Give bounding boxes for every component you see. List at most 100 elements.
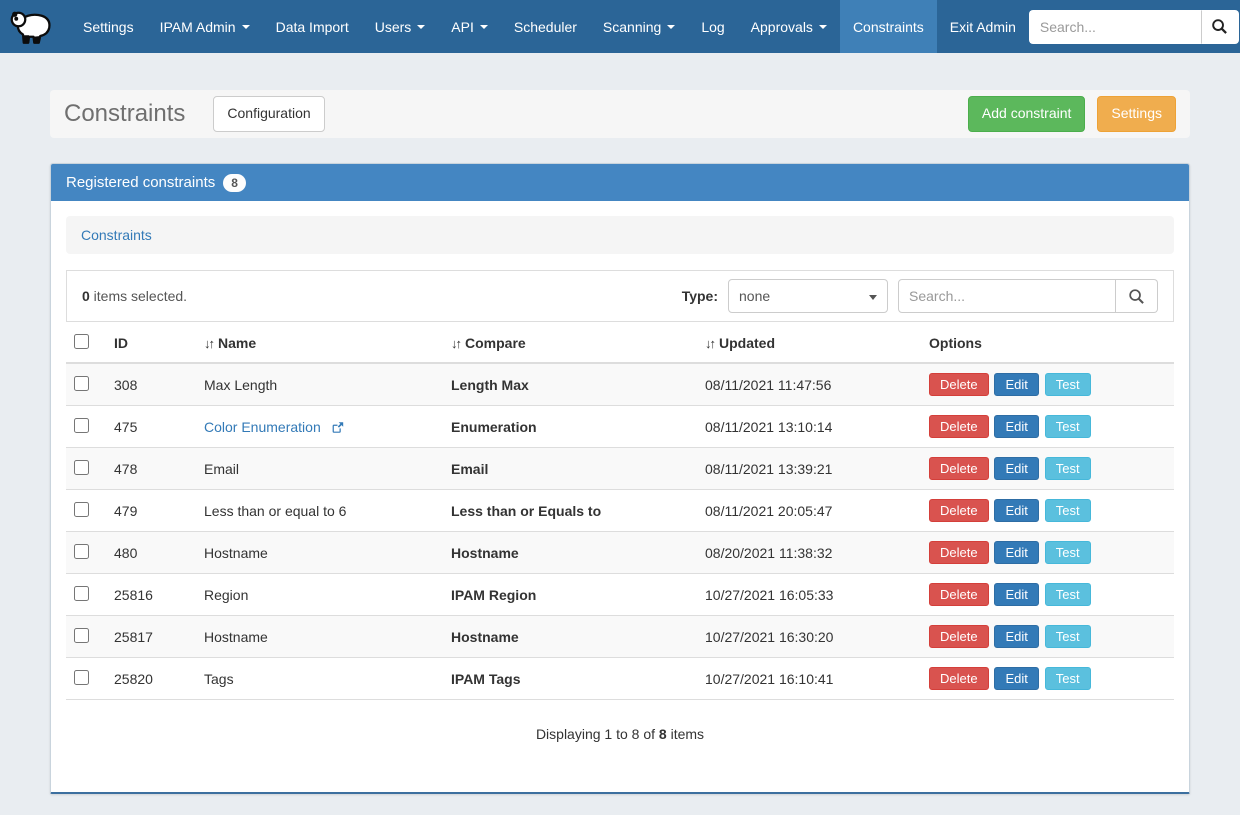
test-button[interactable]: Test [1045, 667, 1091, 690]
caret-down-icon [417, 25, 425, 29]
registered-constraints-panel: Registered constraints 8 Constraints 0 i… [50, 163, 1190, 794]
panda-logo[interactable] [8, 0, 56, 53]
row-compare: Email [443, 448, 697, 490]
row-updated: 08/11/2021 11:47:56 [697, 363, 921, 406]
table-row: 479 Less than or equal to 6 Less than or… [66, 490, 1174, 532]
row-name-cell: Less than or equal to 6 [196, 490, 443, 532]
nav-item-exit-admin[interactable]: Exit Admin [937, 0, 1029, 53]
edit-button[interactable]: Edit [994, 583, 1038, 606]
caret-down-icon [819, 25, 827, 29]
nav-item-constraints[interactable]: Constraints [840, 0, 937, 53]
test-button[interactable]: Test [1045, 373, 1091, 396]
row-checkbox[interactable] [74, 586, 89, 601]
select-all-checkbox[interactable] [74, 334, 89, 349]
items-selected-text: 0 items selected. [82, 288, 187, 304]
row-name: Hostname [204, 629, 268, 645]
row-name[interactable]: Color Enumeration [204, 419, 321, 435]
test-button[interactable]: Test [1045, 625, 1091, 648]
navbar-search-button[interactable] [1201, 10, 1239, 44]
table-row: 475 Color Enumeration Enumeration 08/11/… [66, 406, 1174, 448]
table-row: 25816 Region IPAM Region 10/27/2021 16:0… [66, 574, 1174, 616]
breadcrumb-constraints-link[interactable]: Constraints [81, 227, 152, 243]
sort-icon: ↓↑ [204, 336, 213, 351]
edit-button[interactable]: Edit [994, 499, 1038, 522]
type-filter-label: Type: [682, 288, 718, 304]
row-checkbox[interactable] [74, 376, 89, 391]
type-select[interactable]: none [728, 279, 888, 313]
nav-item-approvals[interactable]: Approvals [738, 0, 840, 53]
test-button[interactable]: Test [1045, 541, 1091, 564]
magnifier-icon [1211, 18, 1228, 35]
edit-button[interactable]: Edit [994, 667, 1038, 690]
edit-button[interactable]: Edit [994, 625, 1038, 648]
column-header-compare[interactable]: ↓↑Compare [443, 324, 697, 363]
test-button[interactable]: Test [1045, 583, 1091, 606]
edit-button[interactable]: Edit [994, 457, 1038, 480]
delete-button[interactable]: Delete [929, 541, 989, 564]
table-row: 308 Max Length Length Max 08/11/2021 11:… [66, 363, 1174, 406]
sort-icon: ↓↑ [705, 336, 714, 351]
delete-button[interactable]: Delete [929, 667, 989, 690]
caret-down-icon [242, 25, 250, 29]
delete-button[interactable]: Delete [929, 625, 989, 648]
edit-button[interactable]: Edit [994, 541, 1038, 564]
row-name-cell: Color Enumeration [196, 406, 443, 448]
nav-item-settings[interactable]: Settings [70, 0, 147, 53]
row-id: 25816 [106, 574, 196, 616]
row-checkbox[interactable] [74, 628, 89, 643]
configuration-button[interactable]: Configuration [213, 96, 324, 132]
row-name: Hostname [204, 545, 268, 561]
row-compare: Length Max [443, 363, 697, 406]
column-header-id: ID [106, 324, 196, 363]
row-name-cell: Tags [196, 658, 443, 700]
row-id: 25817 [106, 616, 196, 658]
nav-item-users[interactable]: Users [362, 0, 439, 53]
delete-button[interactable]: Delete [929, 583, 989, 606]
delete-button[interactable]: Delete [929, 457, 989, 480]
row-name-cell: Hostname [196, 616, 443, 658]
nav-item-scanning[interactable]: Scanning [590, 0, 688, 53]
edit-button[interactable]: Edit [994, 415, 1038, 438]
row-updated: 08/20/2021 11:38:32 [697, 532, 921, 574]
edit-button[interactable]: Edit [994, 373, 1038, 396]
column-header-updated[interactable]: ↓↑Updated [697, 324, 921, 363]
nav-item-api[interactable]: API [438, 0, 501, 53]
constraints-table-body: 308 Max Length Length Max 08/11/2021 11:… [66, 363, 1174, 700]
test-button[interactable]: Test [1045, 499, 1091, 522]
row-checkbox[interactable] [74, 544, 89, 559]
external-link-icon [331, 421, 344, 434]
page-heading-bar: Constraints Configuration Add constraint… [50, 90, 1190, 138]
column-header-name[interactable]: ↓↑Name [196, 324, 443, 363]
test-button[interactable]: Test [1045, 457, 1091, 480]
table-search-input[interactable] [898, 279, 1116, 313]
delete-button[interactable]: Delete [929, 499, 989, 522]
row-id: 478 [106, 448, 196, 490]
row-compare: IPAM Region [443, 574, 697, 616]
settings-button[interactable]: Settings [1097, 96, 1176, 132]
row-updated: 10/27/2021 16:30:20 [697, 616, 921, 658]
test-button[interactable]: Test [1045, 415, 1091, 438]
table-search-button[interactable] [1116, 279, 1158, 313]
row-id: 480 [106, 532, 196, 574]
row-updated: 08/11/2021 20:05:47 [697, 490, 921, 532]
row-checkbox[interactable] [74, 502, 89, 517]
row-checkbox[interactable] [74, 418, 89, 433]
table-footer: Displaying 1 to 8 of 8 items [66, 726, 1174, 742]
nav-item-log[interactable]: Log [688, 0, 737, 53]
caret-down-icon [869, 295, 877, 300]
table-search-group [898, 279, 1158, 313]
nav-item-data-import[interactable]: Data Import [263, 0, 362, 53]
table-toolbar: 0 items selected. Type: none [66, 270, 1174, 322]
navbar-menu: Settings IPAM Admin Data Import Users AP… [70, 0, 1029, 53]
row-name: Email [204, 461, 239, 477]
row-updated: 08/11/2021 13:10:14 [697, 406, 921, 448]
nav-item-ipam-admin[interactable]: IPAM Admin [147, 0, 263, 53]
row-id: 308 [106, 363, 196, 406]
add-constraint-button[interactable]: Add constraint [968, 96, 1086, 132]
delete-button[interactable]: Delete [929, 415, 989, 438]
nav-item-scheduler[interactable]: Scheduler [501, 0, 590, 53]
row-checkbox[interactable] [74, 460, 89, 475]
delete-button[interactable]: Delete [929, 373, 989, 396]
navbar-search-input[interactable] [1029, 10, 1201, 44]
row-checkbox[interactable] [74, 670, 89, 685]
